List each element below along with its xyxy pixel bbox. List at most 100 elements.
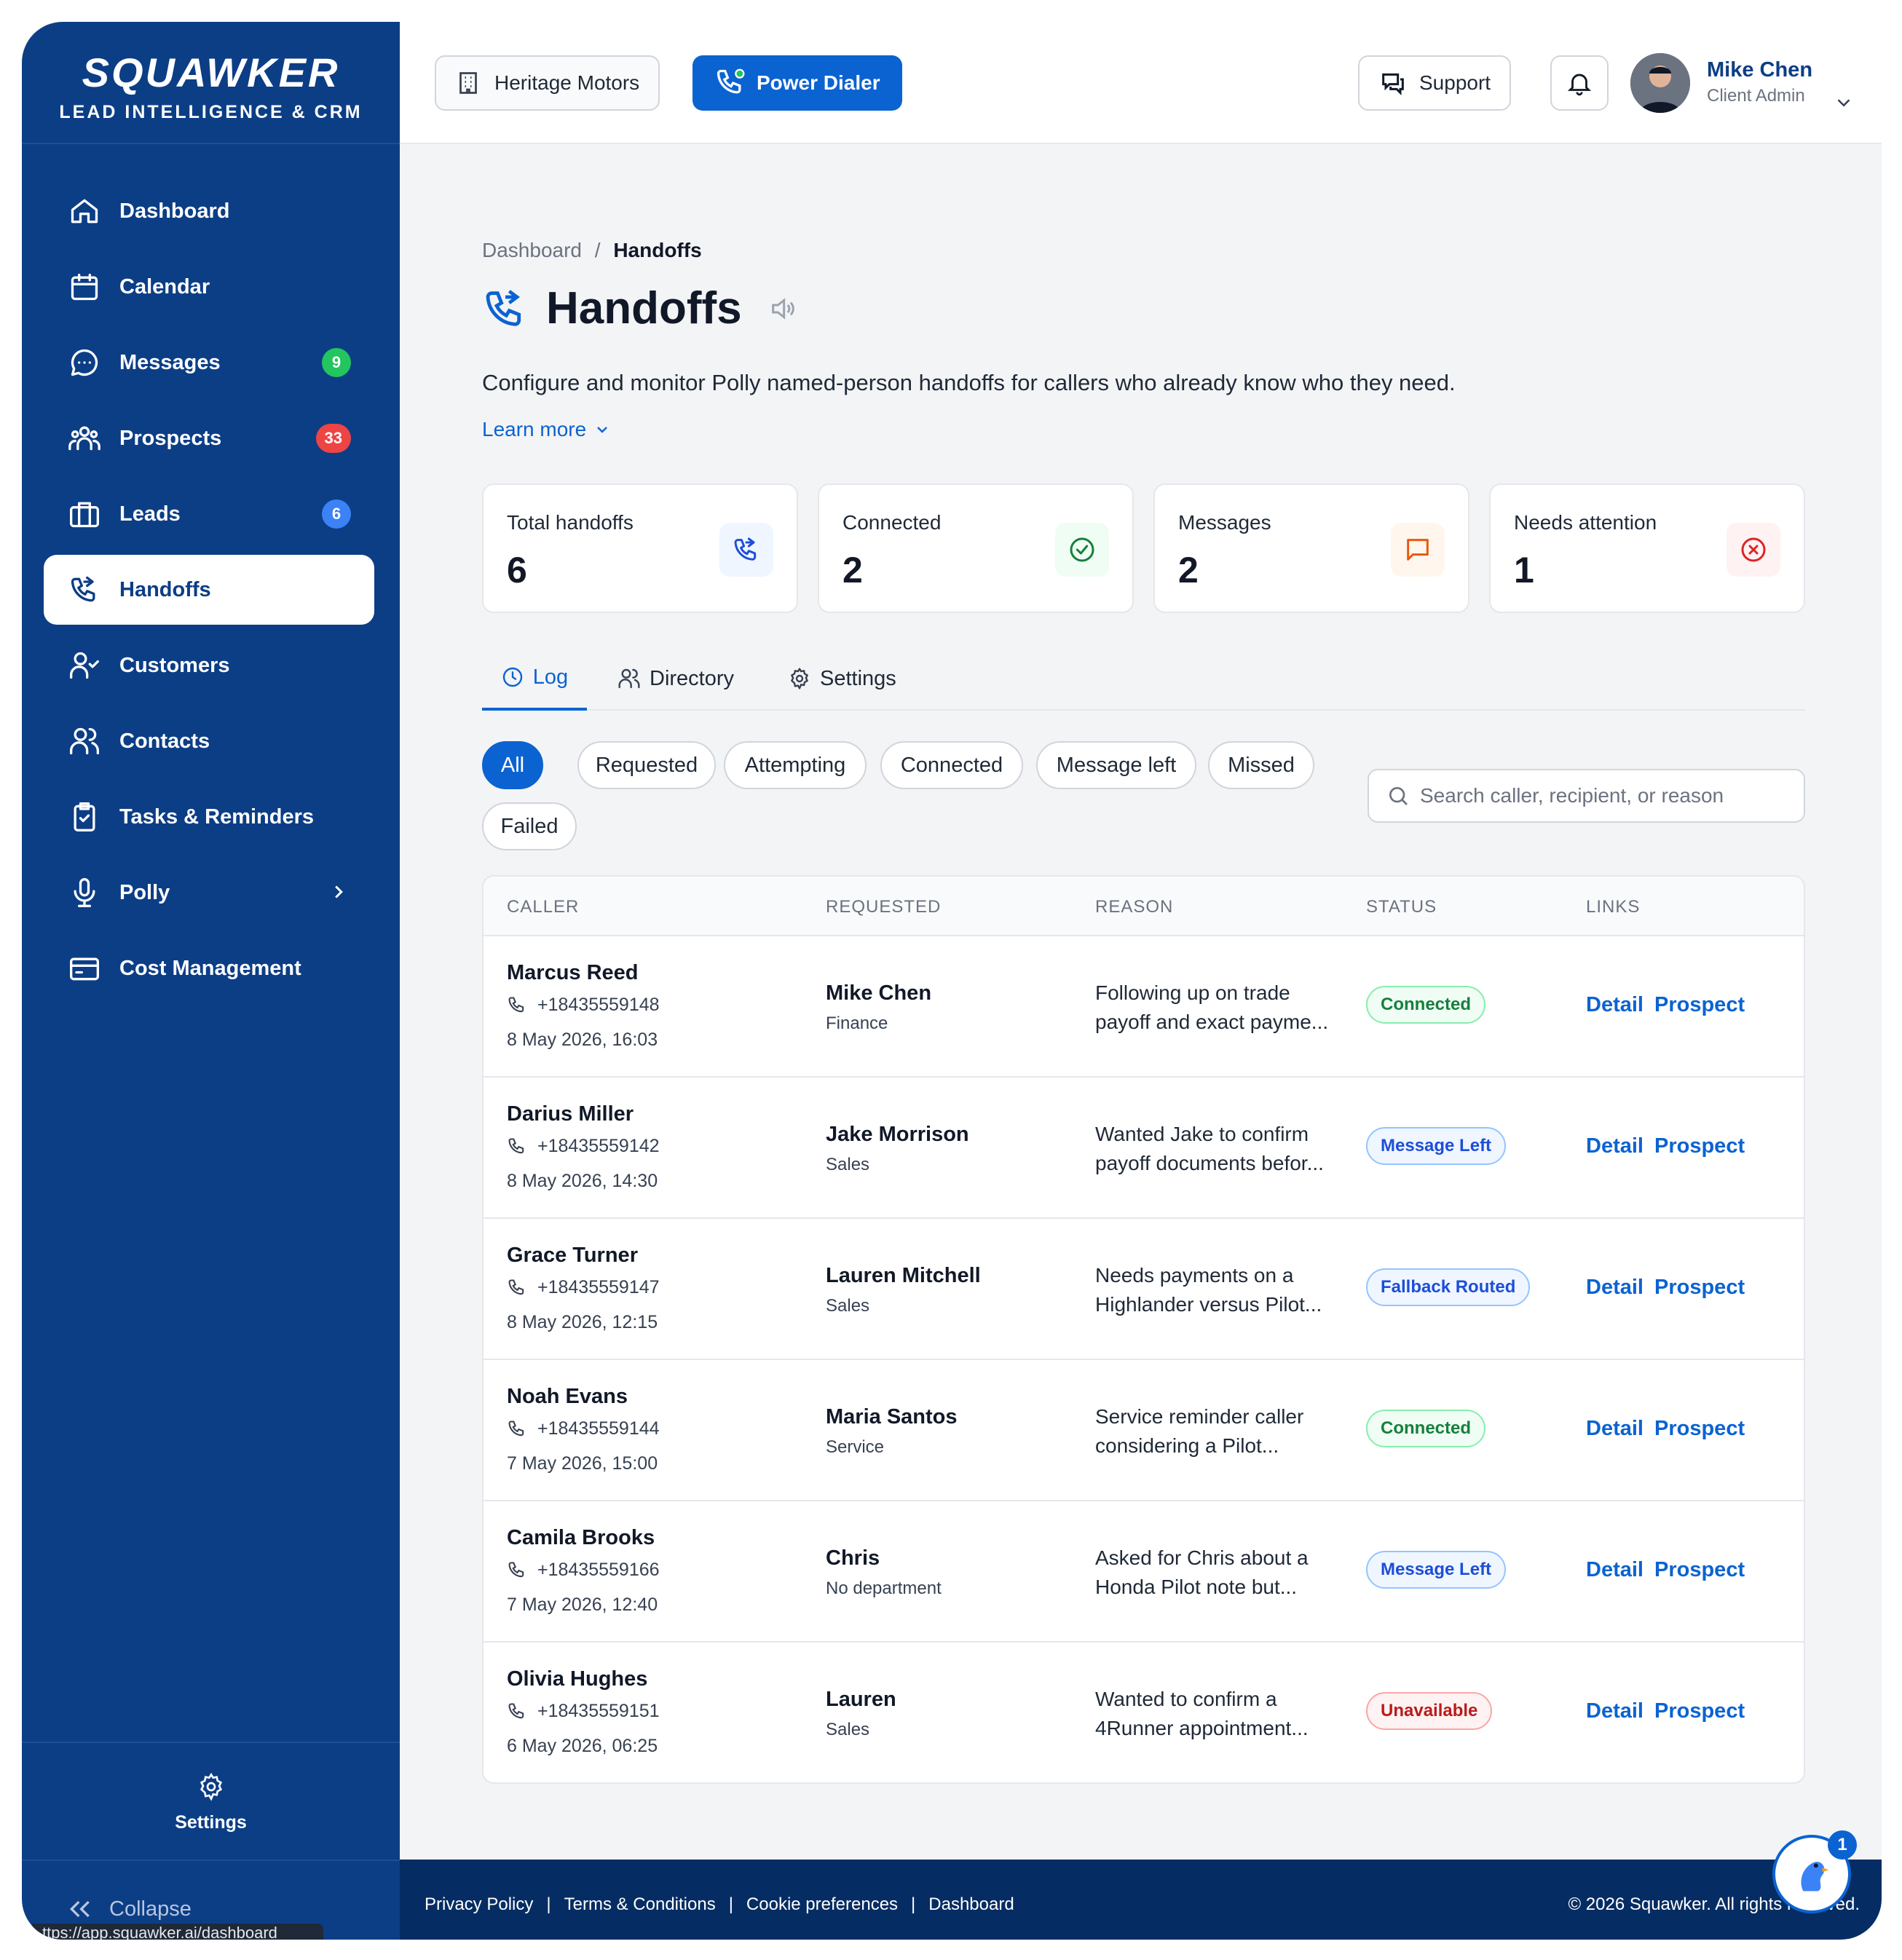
header-requested[interactable]: REQUESTED: [826, 897, 941, 917]
chevron-down-icon[interactable]: [1833, 92, 1855, 114]
users-icon: [618, 668, 640, 689]
topbar: Heritage Motors Power Dialer Support Mik…: [400, 22, 1882, 144]
filter-connected[interactable]: Connected: [880, 741, 1023, 789]
tab-directory[interactable]: Directory: [617, 647, 756, 711]
request-date: 6 May 2026, 06:25: [507, 1736, 658, 1756]
breadcrumb-root[interactable]: Dashboard: [482, 239, 582, 261]
filter-requested[interactable]: Requested: [577, 741, 716, 789]
table-row[interactable]: Marcus Reed +18435559148 8 May 2026, 16:03…: [484, 936, 1804, 1078]
detail-link[interactable]: Detail: [1586, 1276, 1643, 1300]
table-row[interactable]: Olivia Hughes +18435559151 6 May 2026, 06:…: [484, 1643, 1804, 1782]
phone-number: +18435559151: [537, 1701, 660, 1721]
chevron-right-icon: [335, 885, 343, 898]
dealer-selector[interactable]: Heritage Motors: [435, 55, 660, 111]
tab-settings[interactable]: Settings: [788, 647, 912, 711]
parrot-icon: [1801, 1862, 1829, 1892]
avatar[interactable]: [1630, 53, 1690, 113]
filter-failed[interactable]: Failed: [482, 802, 577, 850]
stat-icon-wrap: [1055, 523, 1109, 577]
footer-link-privacy[interactable]: Privacy Policy: [425, 1894, 533, 1915]
sidebar-item-calendar[interactable]: Calendar: [44, 252, 374, 322]
clipboard-check-icon: [74, 802, 95, 831]
table-row[interactable]: Camila Brooks +18435559166 7 May 2026, 12:…: [484, 1501, 1804, 1643]
users-icon: [70, 727, 99, 755]
detail-link[interactable]: Detail: [1586, 993, 1643, 1017]
power-dialer-button[interactable]: Power Dialer: [692, 55, 902, 111]
sidebar-item-messages[interactable]: Messages 9: [44, 328, 374, 398]
detail-link[interactable]: Detail: [1586, 1134, 1643, 1158]
detail-link[interactable]: Detail: [1586, 1699, 1643, 1723]
table-row[interactable]: Grace Turner +18435559147 8 May 2026, 12:1…: [484, 1219, 1804, 1360]
prospect-link[interactable]: Prospect: [1654, 1276, 1745, 1300]
brand-logo[interactable]: SQUAWKER: [22, 51, 400, 95]
sidebar-item-prospects[interactable]: Prospects 33: [44, 403, 374, 473]
phone-forward-icon: [734, 537, 757, 561]
nav-icon-wrap: [67, 345, 102, 380]
recipient-department: Sales: [826, 1720, 870, 1739]
notifications-button[interactable]: [1550, 55, 1609, 111]
header-reason[interactable]: REASON: [1095, 897, 1173, 917]
filter-message-left[interactable]: Message left: [1036, 741, 1196, 789]
collapse-button[interactable]: Collapse: [66, 1894, 192, 1924]
prospect-link[interactable]: Prospect: [1654, 993, 1745, 1017]
caller-phone: +18435559147: [507, 1277, 660, 1298]
sidebar-item-label: Messages: [119, 350, 221, 374]
table-header: CALLER REQUESTED REASON STATUS LINKS: [484, 877, 1804, 936]
filter-all[interactable]: All: [482, 741, 543, 789]
filter-missed[interactable]: Missed: [1208, 741, 1314, 789]
handoff-reason: Needs payments on a Highlander versus Pi…: [1095, 1264, 1322, 1316]
user-name[interactable]: Mike Chen: [1707, 58, 1812, 82]
header-caller[interactable]: CALLER: [507, 897, 579, 917]
learn-more-link[interactable]: Learn more: [482, 418, 611, 441]
sidebar-item-label: Prospects: [119, 426, 222, 450]
chevron-down-icon: [597, 427, 608, 433]
sidebar-item-dashboard[interactable]: Dashboard: [44, 176, 374, 246]
header-status[interactable]: STATUS: [1366, 897, 1437, 917]
detail-link[interactable]: Detail: [1586, 1558, 1643, 1582]
chevrons-left-icon: [69, 1900, 90, 1918]
prospect-link[interactable]: Prospect: [1654, 1558, 1745, 1582]
prospect-link[interactable]: Prospect: [1654, 1417, 1745, 1441]
sidebar-item-contacts[interactable]: Contacts: [44, 706, 374, 776]
filter-attempting[interactable]: Attempting: [724, 741, 867, 789]
sidebar-item-polly[interactable]: Polly: [44, 858, 374, 928]
sidebar-item-tasks-reminders[interactable]: Tasks & Reminders: [44, 782, 374, 852]
stat-icon-wrap: [1391, 523, 1445, 577]
sidebar-item-customers[interactable]: Customers: [44, 631, 374, 700]
recipient-name: Mike Chen: [826, 981, 932, 1005]
footer-link-cookies[interactable]: Cookie preferences: [746, 1894, 898, 1915]
detail-link[interactable]: Detail: [1586, 1417, 1643, 1441]
nav-icon-wrap: [67, 572, 102, 607]
search-box[interactable]: [1368, 769, 1805, 823]
table-row[interactable]: Darius Miller +18435559142 8 May 2026, 14:…: [484, 1078, 1804, 1219]
recipient-department: Sales: [826, 1155, 870, 1174]
handoff-reason: Wanted Jake to confirm payoff documents …: [1095, 1123, 1324, 1174]
prospect-link[interactable]: Prospect: [1654, 1699, 1745, 1723]
request-date: 8 May 2026, 12:15: [507, 1312, 658, 1332]
caller-phone: +18435559142: [507, 1136, 660, 1157]
nav-icon-wrap: [67, 194, 102, 229]
recipient-name: Maria Santos: [826, 1405, 958, 1428]
support-button[interactable]: Support: [1358, 55, 1512, 111]
tab-log[interactable]: Log: [482, 647, 587, 711]
support-label: Support: [1419, 71, 1491, 94]
sidebar-item-cost-management[interactable]: Cost Management: [44, 933, 374, 1003]
stat-value: 6: [507, 550, 527, 590]
footer-link-dashboard[interactable]: Dashboard: [928, 1894, 1014, 1915]
search-input[interactable]: [1420, 784, 1784, 807]
footer-link-terms[interactable]: Terms & Conditions: [564, 1894, 716, 1915]
tab-label: Log: [532, 665, 569, 689]
sidebar-item-leads[interactable]: Leads 6: [44, 479, 374, 549]
sidebar-settings-button[interactable]: Settings: [22, 1742, 400, 1861]
speaker-icon[interactable]: [768, 294, 797, 323]
status-badge: Unavailable: [1366, 1692, 1493, 1730]
caller-name: Marcus Reed: [507, 961, 639, 984]
main-content: Dashboard / Handoffs Handoffs Configure …: [400, 144, 1882, 1852]
app-frame: SQUAWKER LEAD INTELLIGENCE & CRM Dashboa…: [22, 22, 1882, 1940]
prospect-link[interactable]: Prospect: [1654, 1134, 1745, 1158]
table-row[interactable]: Noah Evans +18435559144 7 May 2026, 15:00 M…: [484, 1360, 1804, 1501]
sidebar-item-handoffs[interactable]: Handoffs: [44, 555, 374, 625]
sidebar-item-label: Dashboard: [119, 199, 230, 223]
count-badge: 6: [322, 499, 351, 529]
caller-name: Olivia Hughes: [507, 1667, 648, 1691]
